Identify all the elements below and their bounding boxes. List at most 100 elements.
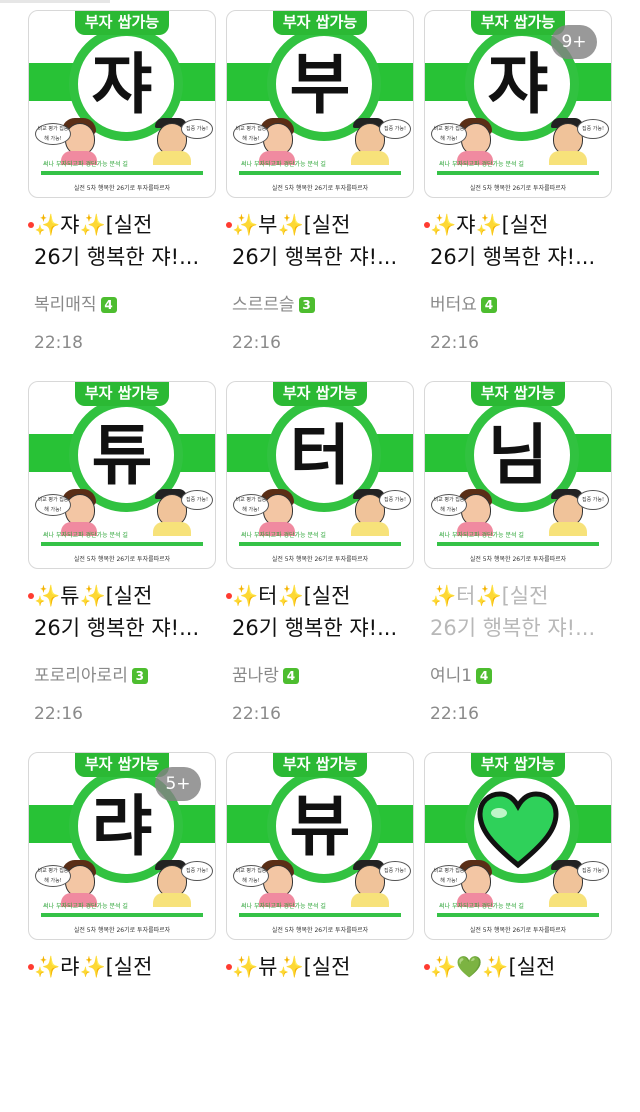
post-card-1[interactable]: 부자 쌉가능 쟈 비교 평가 집중해 가능! 집중 가능! 써나 부자되고파 경… — [28, 10, 216, 370]
unread-dot-icon — [424, 222, 430, 228]
author-name: 복리매직 — [34, 295, 97, 315]
post-title-line1[interactable]: ✨쟈✨[실전 — [424, 210, 612, 240]
post-title-line2[interactable]: 26기 행복한 쟈!... — [232, 613, 414, 643]
thumbnail-footer-text: 실전 5차 행복한 26기로 투자를따르자 — [469, 185, 567, 192]
post-title-line1[interactable]: ✨쟈✨[실전 — [28, 210, 216, 240]
subway-line-icon — [41, 542, 203, 546]
thumbnail-glyph: 님 — [487, 417, 549, 494]
subway-line-icon — [239, 171, 401, 175]
post-card-9[interactable]: 부자 쌉가능 비교 평가 집중해 가능! 집중 가능! 써나 부자되고파 경단가… — [424, 752, 612, 1112]
unread-dot-icon — [28, 964, 34, 970]
unread-dot-icon — [28, 222, 34, 228]
post-title-line1[interactable]: ✨터✨[실전 — [430, 581, 612, 611]
thumbnail-brand-label: 부자 쌉가능 — [75, 11, 169, 35]
post-title-line1[interactable]: ✨랴✨[실전 — [28, 952, 216, 982]
subway-line-icon — [239, 913, 401, 917]
subway-line-icon — [437, 913, 599, 917]
speech-bubble-left: 비교 평가 집중해 가능! — [233, 865, 269, 887]
post-title-line2[interactable]: 26기 행복한 쟈!... — [430, 613, 612, 643]
thumbnail-brand-label: 부자 쌉가능 — [471, 753, 565, 777]
post-thumbnail[interactable]: 부자 쌉가능 쟈 비교 평가 집중해 가능! 집중 가능! 써나 부자되고파 경… — [424, 10, 612, 198]
post-card-6[interactable]: 부자 쌉가능 님 비교 평가 집중해 가능! 집중 가능! 써나 부자되고파 경… — [424, 381, 612, 741]
post-title-line2[interactable]: 26기 행복한 쟈!... — [34, 613, 216, 643]
member-level-badge: 4 — [100, 297, 117, 313]
unread-dot-icon — [226, 222, 232, 228]
thumbnail-glyph: 튜 — [91, 417, 153, 494]
speech-bubble-right: 집중 가능! — [577, 490, 609, 510]
post-title-line1[interactable]: ✨튜✨[실전 — [28, 581, 216, 611]
speech-bubble-left: 비교 평가 집중해 가능! — [431, 494, 467, 516]
thumbnail-glyph: 부 — [289, 46, 351, 123]
thumbnail-footer-text: 실전 5차 행복한 26기로 투자를따르자 — [271, 556, 369, 563]
post-thumbnail[interactable]: 부자 쌉가능 랴 비교 평가 집중해 가능! 집중 가능! 써나 부자되고파 경… — [28, 752, 216, 940]
post-thumbnail[interactable]: 부자 쌉가능 터 비교 평가 집중해 가능! 집중 가능! 써나 부자되고파 경… — [226, 381, 414, 569]
subway-stations-label: 써나 부자되고파 경단가능 분석 길 — [43, 903, 128, 910]
thumbnail-glyph: 쟈 — [91, 46, 153, 123]
member-level-badge: 3 — [131, 668, 148, 684]
post-time: 22:16 — [232, 704, 281, 724]
post-title-line1[interactable]: ✨터✨[실전 — [226, 581, 414, 611]
speech-bubble-right: 집중 가능! — [181, 490, 213, 510]
post-author[interactable]: 포로리아로리 3 — [34, 663, 148, 689]
member-level-badge: 4 — [282, 668, 299, 684]
post-time: 22:16 — [430, 333, 479, 353]
post-thumbnail[interactable]: 부자 쌉가능 튜 비교 평가 집중해 가능! 집중 가능! 써나 부자되고파 경… — [28, 381, 216, 569]
post-title-text: ✨뷰✨[실전 — [232, 955, 351, 979]
post-card-4[interactable]: 부자 쌉가능 튜 비교 평가 집중해 가능! 집중 가능! 써나 부자되고파 경… — [28, 381, 216, 741]
subway-stations-label: 써나 부자되고파 경단가능 분석 길 — [439, 161, 524, 168]
post-title-line1[interactable]: ✨💚✨[실전 — [424, 952, 612, 982]
speech-bubble-left: 비교 평가 집중해 가능! — [35, 494, 71, 516]
post-thumbnail[interactable]: 부자 쌉가능 비교 평가 집중해 가능! 집중 가능! 써나 부자되고파 경단가… — [424, 752, 612, 940]
thumbnail-brand-label: 부자 쌉가능 — [273, 11, 367, 35]
post-title-line2[interactable]: 26기 행복한 쟈!... — [232, 242, 414, 272]
post-title-line2[interactable]: 26기 행복한 쟈!... — [34, 242, 216, 272]
post-title-line1[interactable]: ✨부✨[실전 — [226, 210, 414, 240]
subway-line-icon — [437, 171, 599, 175]
subway-stations-label: 써나 부자되고파 경단가능 분석 길 — [241, 161, 326, 168]
post-thumbnail[interactable]: 부자 쌉가능 님 비교 평가 집중해 가능! 집중 가능! 써나 부자되고파 경… — [424, 381, 612, 569]
post-author[interactable]: 여니1 4 — [430, 663, 493, 689]
speech-bubble-left: 비교 평가 집중해 가능! — [35, 123, 71, 145]
post-grid: 부자 쌉가능 쟈 비교 평가 집중해 가능! 집중 가능! 써나 부자되고파 경… — [0, 0, 640, 998]
author-name: 여니1 — [430, 666, 473, 686]
post-card-5[interactable]: 부자 쌉가능 터 비교 평가 집중해 가능! 집중 가능! 써나 부자되고파 경… — [226, 381, 414, 741]
post-time: 22:16 — [34, 704, 83, 724]
post-title-line2[interactable]: 26기 행복한 쟈!... — [430, 242, 612, 272]
post-title-text: ✨쟈✨[실전 — [34, 213, 153, 237]
author-name: 포로리아로리 — [34, 666, 128, 686]
speech-bubble-left: 비교 평가 집중해 가능! — [233, 494, 269, 516]
post-card-8[interactable]: 부자 쌉가능 뷰 비교 평가 집중해 가능! 집중 가능! 써나 부자되고파 경… — [226, 752, 414, 1112]
post-title-text: ✨튜✨[실전 — [34, 584, 153, 608]
unread-dot-icon — [28, 593, 34, 599]
unread-dot-icon — [424, 964, 430, 970]
post-author[interactable]: 복리매직 4 — [34, 292, 117, 318]
post-author[interactable]: 버터요 4 — [430, 292, 497, 318]
subway-stations-label: 써나 부자되고파 경단가능 분석 길 — [43, 161, 128, 168]
post-thumbnail[interactable]: 부자 쌉가능 쟈 비교 평가 집중해 가능! 집중 가능! 써나 부자되고파 경… — [28, 10, 216, 198]
comment-count-badge: 9+ — [551, 25, 597, 59]
member-level-badge: 4 — [480, 297, 497, 313]
subway-stations-label: 써나 부자되고파 경단가능 분석 길 — [241, 903, 326, 910]
member-level-badge: 4 — [476, 668, 493, 684]
post-card-2[interactable]: 부자 쌉가능 부 비교 평가 집중해 가능! 집중 가능! 써나 부자되고파 경… — [226, 10, 414, 370]
post-thumbnail[interactable]: 부자 쌉가능 부 비교 평가 집중해 가능! 집중 가능! 써나 부자되고파 경… — [226, 10, 414, 198]
post-title-text: ✨부✨[실전 — [232, 213, 351, 237]
subway-line-icon — [437, 542, 599, 546]
post-author[interactable]: 꿈나랑 4 — [232, 663, 299, 689]
post-card-7[interactable]: 부자 쌉가능 랴 비교 평가 집중해 가능! 집중 가능! 써나 부자되고파 경… — [28, 752, 216, 1112]
subway-stations-label: 써나 부자되고파 경단가능 분석 길 — [241, 532, 326, 539]
post-thumbnail[interactable]: 부자 쌉가능 뷰 비교 평가 집중해 가능! 집중 가능! 써나 부자되고파 경… — [226, 752, 414, 940]
thumbnail-footer-text: 실전 5차 행복한 26기로 투자를따르자 — [271, 927, 369, 934]
speech-bubble-right: 집중 가능! — [181, 119, 213, 139]
post-title-line1[interactable]: ✨뷰✨[실전 — [226, 952, 414, 982]
post-card-3[interactable]: 부자 쌉가능 쟈 비교 평가 집중해 가능! 집중 가능! 써나 부자되고파 경… — [424, 10, 612, 370]
post-author[interactable]: 스르르슬 3 — [232, 292, 315, 318]
speech-bubble-left: 비교 평가 집중해 가능! — [35, 865, 71, 887]
thumbnail-glyph: 뷰 — [289, 788, 351, 865]
post-title-text: ✨쟈✨[실전 — [430, 213, 549, 237]
thumbnail-footer-text: 실전 5차 행복한 26기로 투자를따르자 — [271, 185, 369, 192]
thumbnail-brand-label: 부자 쌉가능 — [471, 382, 565, 406]
author-name: 꿈나랑 — [232, 666, 279, 686]
speech-bubble-right: 집중 가능! — [181, 861, 213, 881]
post-time: 22:16 — [430, 704, 479, 724]
